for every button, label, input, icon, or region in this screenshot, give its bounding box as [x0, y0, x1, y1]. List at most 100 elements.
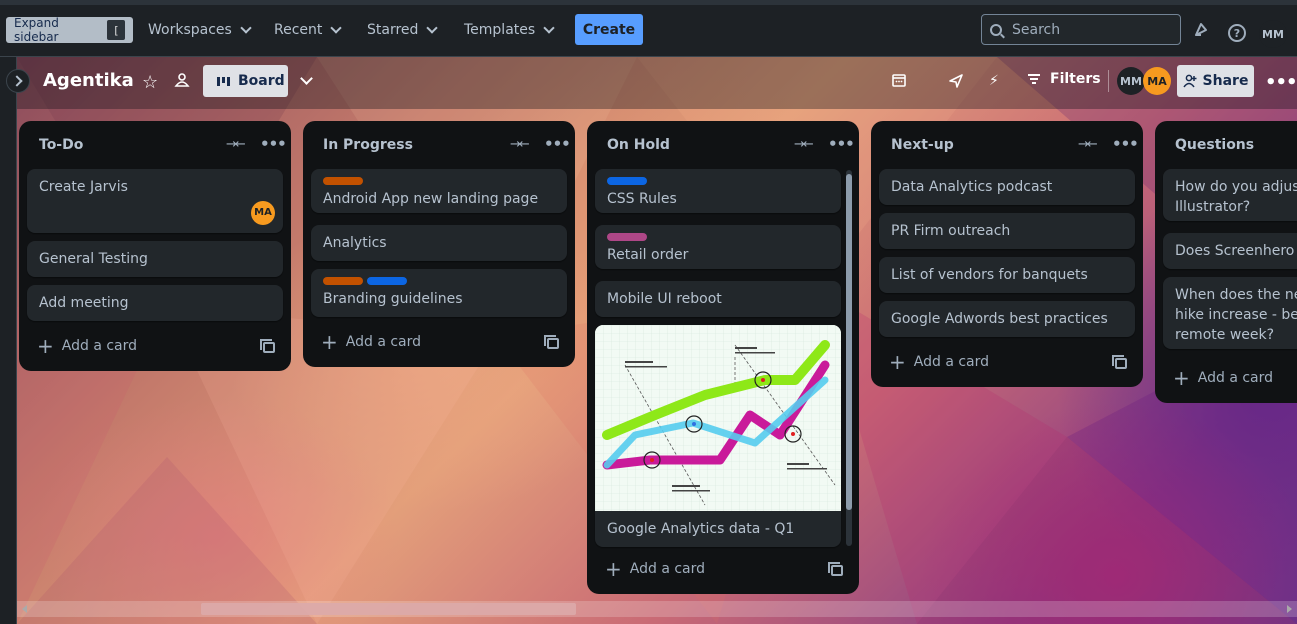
card[interactable]: Add meeting	[27, 285, 283, 321]
list-title[interactable]: In Progress	[323, 137, 413, 153]
visibility-icon[interactable]	[174, 72, 190, 88]
card-template-icon[interactable]	[828, 562, 843, 576]
list-next-up: Next-up →← ••• Data Analytics podcast PR…	[871, 121, 1143, 387]
calendar-icon[interactable]	[892, 73, 906, 87]
card-title: General Testing	[39, 251, 148, 267]
list-title[interactable]: On Hold	[607, 137, 670, 153]
card-title: Retail order	[607, 247, 689, 263]
collapse-list-icon[interactable]: →←	[794, 137, 814, 152]
add-card-button[interactable]: + Add a card	[1173, 368, 1273, 388]
card[interactable]: Create Jarvis MA	[27, 169, 283, 233]
account-avatar[interactable]: MM	[1259, 20, 1287, 48]
card-title: Add meeting	[39, 295, 129, 311]
board-menu-button[interactable]: •••	[1265, 72, 1297, 93]
collapse-list-icon[interactable]: →←	[1078, 137, 1098, 152]
card-title: Google Analytics data - Q1	[607, 521, 795, 537]
list-menu-button[interactable]: •••	[1112, 135, 1139, 153]
card-template-icon[interactable]	[544, 335, 559, 349]
scrollbar-thumb[interactable]	[201, 603, 576, 615]
label-orange[interactable]	[323, 277, 363, 285]
card[interactable]: Android App new landing page	[311, 169, 567, 213]
search-placeholder: Search	[1012, 21, 1061, 38]
scroll-right-arrow-icon[interactable]	[1287, 605, 1292, 613]
starred-menu[interactable]: Starred	[367, 15, 439, 45]
add-card-label: Add a card	[913, 354, 990, 370]
search-icon	[990, 23, 1002, 36]
add-card-label: Add a card	[345, 334, 422, 350]
card-title: Google Adwords best practices	[891, 311, 1108, 327]
list-title[interactable]: Next-up	[891, 137, 954, 153]
list-menu-button[interactable]: •••	[828, 135, 855, 153]
chevron-down-icon	[330, 22, 343, 34]
share-button[interactable]: Share	[1177, 65, 1254, 97]
chevron-down-icon	[426, 22, 439, 34]
notifications-icon[interactable]	[1190, 19, 1212, 41]
card[interactable]: Analytics	[311, 225, 567, 261]
star-icon[interactable]: ☆	[142, 72, 158, 93]
recent-menu[interactable]: Recent	[274, 15, 343, 45]
list-in-progress: In Progress →← ••• Android App new landi…	[303, 121, 575, 367]
list-menu-button[interactable]: •••	[544, 135, 571, 153]
collapsed-sidebar	[0, 57, 17, 624]
card-template-icon[interactable]	[260, 339, 275, 353]
card[interactable]: PR Firm outreach	[879, 213, 1135, 249]
card-title: Data Analytics podcast	[891, 179, 1053, 195]
collapse-list-icon[interactable]: →←	[510, 137, 530, 152]
add-card-button[interactable]: + Add a card	[889, 352, 989, 372]
list-title[interactable]: To-Do	[39, 137, 83, 153]
scroll-left-arrow-icon[interactable]	[22, 605, 27, 613]
card[interactable]: Does Screenhero ha	[1163, 233, 1297, 269]
help-icon[interactable]: ?	[1228, 24, 1246, 42]
card-title: CSS Rules	[607, 191, 677, 207]
list-on-hold: On Hold →← ••• CSS Rules Retail order Mo…	[587, 121, 859, 594]
member-avatar[interactable]: MA	[1143, 67, 1171, 95]
sidebar-toggle-button[interactable]	[6, 69, 30, 93]
card-labels	[607, 177, 829, 189]
board-title[interactable]: Agentika	[43, 70, 134, 91]
card-with-cover[interactable]: Google Analytics data - Q1	[595, 325, 841, 547]
card[interactable]: General Testing	[27, 241, 283, 277]
card[interactable]: How do you adjust tIllustrator?	[1163, 169, 1297, 221]
card-template-icon[interactable]	[1112, 355, 1127, 369]
share-label: Share	[1202, 73, 1249, 89]
add-card-button[interactable]: + Add a card	[37, 336, 137, 356]
add-card-button[interactable]: + Add a card	[605, 559, 705, 579]
list-scrollbar[interactable]	[846, 170, 852, 546]
expand-sidebar-button[interactable]: Expand sidebar [	[6, 16, 133, 44]
card-title: When does the newhike increase - beforem…	[1175, 287, 1297, 343]
workspaces-label: Workspaces	[148, 22, 232, 38]
member-avatar[interactable]: MM	[1117, 67, 1145, 95]
list-menu-button[interactable]: •••	[260, 135, 287, 153]
collapse-list-icon[interactable]: →←	[226, 137, 246, 152]
card[interactable]: Branding guidelines	[311, 269, 567, 317]
card-title: Android App new landing page	[323, 191, 539, 207]
label-blue[interactable]	[367, 277, 407, 285]
card[interactable]: Retail order	[595, 225, 841, 269]
search-input[interactable]: Search	[981, 14, 1181, 45]
card[interactable]: CSS Rules	[595, 169, 841, 213]
card-labels	[323, 177, 555, 189]
templates-label: Templates	[464, 22, 536, 38]
label-blue[interactable]	[607, 177, 647, 185]
create-button[interactable]: Create	[575, 14, 643, 45]
card[interactable]: Google Adwords best practices	[879, 301, 1135, 337]
automation-icon[interactable]: ⚡	[989, 73, 999, 89]
starred-label: Starred	[367, 22, 419, 38]
power-ups-icon[interactable]	[948, 73, 964, 89]
label-orange[interactable]	[323, 177, 363, 185]
card[interactable]: When does the newhike increase - beforem…	[1163, 277, 1297, 349]
card-title: Does Screenhero ha	[1175, 243, 1297, 259]
plus-icon: +	[37, 334, 54, 358]
list-title[interactable]: Questions	[1175, 137, 1254, 153]
label-magenta[interactable]	[607, 233, 647, 241]
card[interactable]: List of vendors for banquets	[879, 257, 1135, 293]
board-view-button[interactable]: Board	[203, 65, 288, 97]
card[interactable]: Data Analytics podcast	[879, 169, 1135, 205]
card-member-avatar[interactable]: MA	[251, 201, 275, 225]
filters-button[interactable]: Filters	[1028, 71, 1101, 87]
card[interactable]: Mobile UI reboot	[595, 281, 841, 317]
add-card-button[interactable]: + Add a card	[321, 332, 421, 352]
workspaces-menu[interactable]: Workspaces	[148, 15, 252, 45]
plus-icon: +	[1173, 366, 1190, 390]
templates-menu[interactable]: Templates	[464, 15, 555, 45]
